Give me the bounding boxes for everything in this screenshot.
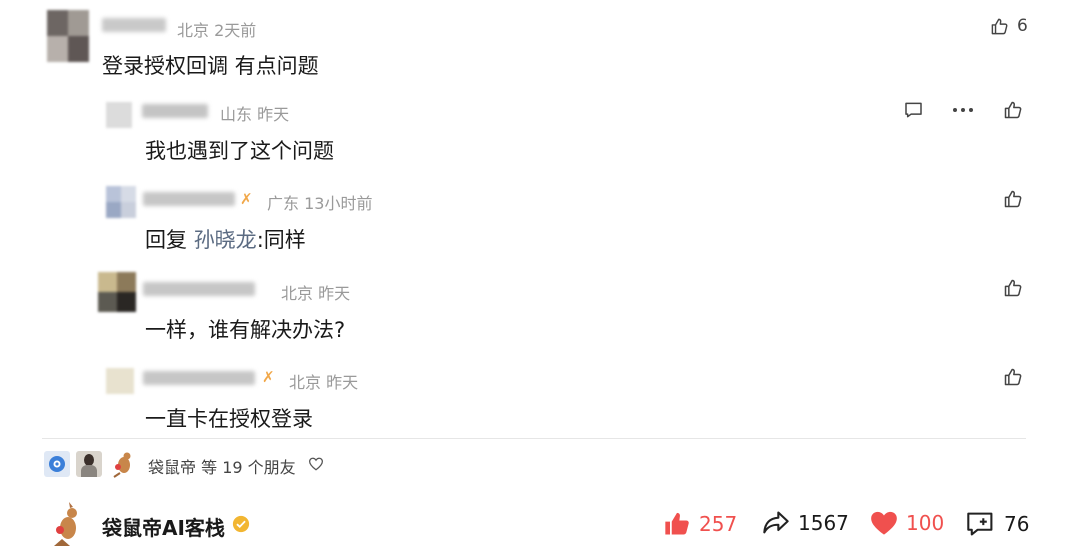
location: 北京 <box>177 21 210 40</box>
username[interactable] <box>142 104 208 118</box>
comment-text: 回复 孙晓龙:同样 <box>145 224 306 254</box>
avatar <box>44 451 70 477</box>
liked-by-name: 袋鼠帝 <box>148 458 197 477</box>
username[interactable] <box>143 371 255 385</box>
badge-icon: ✗ <box>240 190 253 208</box>
kangaroo-icon <box>113 452 131 478</box>
like-button[interactable]: 6 <box>990 16 1028 36</box>
avatar[interactable] <box>106 368 134 394</box>
comment-count: 76 <box>1004 512 1030 536</box>
timestamp: 昨天 <box>318 284 351 303</box>
location: 山东 <box>220 105 253 124</box>
share-count: 1567 <box>798 511 849 535</box>
comment-icon[interactable] <box>903 100 924 120</box>
timestamp: 昨天 <box>257 105 290 124</box>
share-icon <box>763 511 789 534</box>
heart-outline-icon <box>308 457 324 471</box>
share-stat-button[interactable]: 1567 <box>762 510 849 536</box>
account-avatar[interactable] <box>48 502 88 548</box>
badge-icon: ✗ <box>262 368 275 386</box>
snowflake-icon <box>49 456 65 472</box>
avatar[interactable] <box>47 10 89 62</box>
account-name[interactable]: 袋鼠帝AI客栈 <box>102 512 225 541</box>
thumbs-up-icon[interactable] <box>1003 189 1023 209</box>
thumbs-up-filled-icon <box>665 512 689 535</box>
location: 广东 <box>267 194 300 213</box>
timestamp: 2天前 <box>214 21 257 40</box>
comment-stat-button[interactable]: 76 <box>966 510 1029 538</box>
like-count: 6 <box>1017 16 1028 36</box>
reply-prefix: 回复 <box>145 228 187 252</box>
avatar[interactable] <box>98 272 136 312</box>
username[interactable] <box>143 192 235 206</box>
avatar[interactable] <box>106 186 136 218</box>
comment-text: 登录授权回调 有点问题 <box>102 54 319 78</box>
timestamp: 昨天 <box>326 373 359 392</box>
heart-stat-button[interactable]: 100 <box>870 510 944 536</box>
like-count: 257 <box>699 512 738 536</box>
thumbs-up-icon[interactable] <box>1003 367 1023 387</box>
comment-text: 一直卡在授权登录 <box>145 407 313 431</box>
thumbs-up-icon <box>991 18 1008 34</box>
mention-link[interactable]: 孙晓龙 <box>194 228 257 252</box>
timestamp: 13小时前 <box>304 194 373 213</box>
location: 北京 <box>289 373 322 392</box>
thumbs-up-icon[interactable] <box>1003 278 1023 298</box>
colon: : <box>256 228 264 252</box>
reply-text: 同样 <box>263 228 306 252</box>
avatar <box>108 449 138 479</box>
location: 北京 <box>281 284 314 303</box>
kangaroo-icon <box>54 502 77 546</box>
comment-text: 一样，谁有解决办法? <box>145 318 346 342</box>
username[interactable] <box>102 18 166 32</box>
comment-add-icon <box>967 512 993 536</box>
like-stat-button[interactable]: 257 <box>663 510 737 538</box>
username[interactable] <box>143 282 255 296</box>
divider <box>42 438 1026 439</box>
thumbs-up-icon[interactable] <box>1003 100 1023 120</box>
verified-icon <box>232 515 250 533</box>
heart-icon <box>871 511 897 535</box>
more-icon[interactable] <box>952 106 974 114</box>
heart-count: 100 <box>906 511 945 535</box>
comment-text: 我也遇到了这个问题 <box>145 139 334 163</box>
liked-by-rest: 等 19 个朋友 <box>201 458 296 477</box>
avatar[interactable] <box>106 102 132 128</box>
avatar <box>76 451 102 477</box>
